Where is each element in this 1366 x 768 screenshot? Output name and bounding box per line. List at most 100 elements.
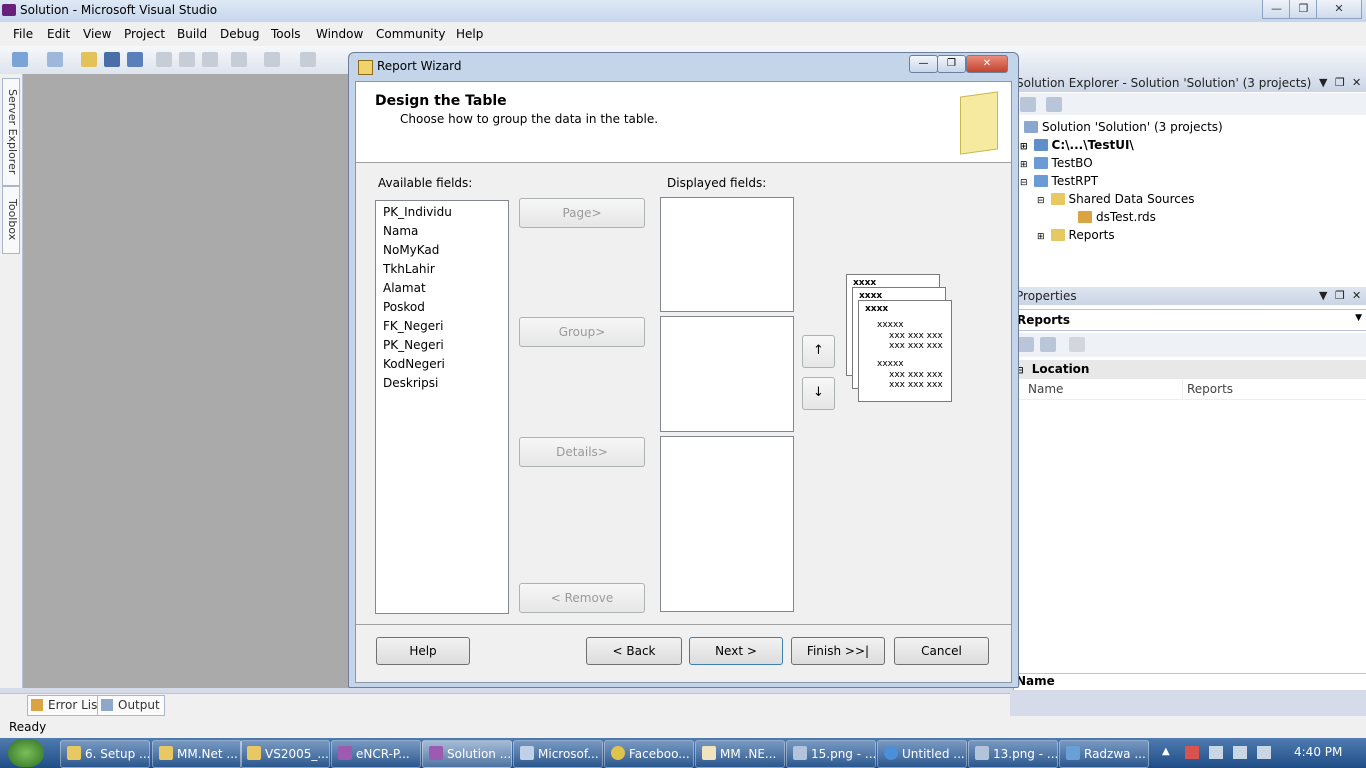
volume-icon[interactable]: [1257, 746, 1271, 759]
expand-icon[interactable]: ⊞: [1020, 142, 1028, 152]
pin-icon[interactable]: ❒: [1335, 74, 1345, 92]
taskbar-item[interactable]: MM .NE...: [695, 740, 785, 768]
menu-tools[interactable]: Tools: [271, 27, 301, 41]
panel-close-icon[interactable]: ✕: [1352, 74, 1361, 92]
taskbar-item[interactable]: VS2005_...: [240, 740, 330, 768]
list-item[interactable]: NoMyKad: [383, 243, 439, 257]
dialog-close-button[interactable]: ✕: [966, 55, 1008, 73]
taskbar-item[interactable]: Radzwa ...: [1059, 740, 1149, 768]
menu-help[interactable]: Help: [456, 27, 483, 41]
signal-icon[interactable]: [1233, 746, 1247, 759]
action-center-icon[interactable]: [1209, 746, 1223, 759]
list-item[interactable]: TkhLahir: [383, 262, 435, 276]
taskbar-item[interactable]: 15.png - ...: [786, 740, 876, 768]
details-button[interactable]: Details>: [519, 437, 645, 467]
expand-icon[interactable]: ⊞: [1020, 160, 1028, 170]
collapse-icon[interactable]: ⊟: [1037, 196, 1045, 206]
menu-edit[interactable]: Edit: [47, 27, 70, 41]
finish-button[interactable]: Finish >>|: [791, 637, 885, 665]
add-item-icon[interactable]: [47, 52, 63, 67]
maximize-button[interactable]: ❐: [1289, 0, 1318, 19]
pin-icon[interactable]: ❒: [1335, 287, 1345, 305]
next-button[interactable]: Next >: [689, 637, 783, 665]
page-fields-list[interactable]: [660, 197, 794, 312]
taskbar-item-active[interactable]: Solution ...: [422, 740, 512, 768]
start-button[interactable]: [8, 739, 44, 767]
menu-community[interactable]: Community: [376, 27, 445, 41]
network-icon[interactable]: [1185, 746, 1199, 759]
list-item[interactable]: PK_Individu: [383, 205, 452, 219]
new-project-icon[interactable]: [12, 52, 28, 67]
taskbar-item[interactable]: 6. Setup ...: [60, 740, 150, 768]
error-list-tab[interactable]: Error List: [27, 695, 108, 716]
help-button[interactable]: Help: [376, 637, 470, 665]
remove-button[interactable]: < Remove: [519, 583, 645, 613]
menu-file[interactable]: File: [13, 27, 33, 41]
group-button[interactable]: Group>: [519, 317, 645, 347]
panel-dropdown-icon[interactable]: ▼: [1319, 287, 1327, 305]
taskbar-item[interactable]: Faceboo...: [604, 740, 694, 768]
taskbar-item[interactable]: eNCR-P...: [331, 740, 421, 768]
dialog-maximize-button[interactable]: ❐: [937, 55, 966, 73]
menu-project[interactable]: Project: [124, 27, 165, 41]
taskbar-item[interactable]: MM.Net ...: [152, 740, 242, 768]
minimize-button[interactable]: —: [1262, 0, 1291, 19]
property-row[interactable]: Name Reports: [1014, 380, 1366, 400]
tree-item-testui[interactable]: ⊞ C:\...\TestUI\: [1020, 138, 1134, 152]
tree-item-dstest[interactable]: dsTest.rds: [1078, 210, 1156, 224]
tree-item-solution[interactable]: Solution 'Solution' (3 projects): [1024, 120, 1223, 134]
taskbar-item[interactable]: 13.png - ...: [968, 740, 1058, 768]
menu-view[interactable]: View: [83, 27, 111, 41]
available-fields-list[interactable]: PK_Individu Nama NoMyKad TkhLahir Alamat…: [375, 200, 509, 614]
tree-item-testrpt[interactable]: ⊟ TestRPT: [1020, 174, 1098, 188]
list-item[interactable]: FK_Negeri: [383, 319, 443, 333]
list-item[interactable]: Nama: [383, 224, 418, 238]
panel-dropdown-icon[interactable]: ▼: [1319, 74, 1327, 92]
copy-icon[interactable]: [179, 52, 195, 67]
list-item[interactable]: KodNegeri: [383, 357, 445, 371]
output-tab[interactable]: Output: [97, 695, 165, 716]
show-all-files-icon[interactable]: [1046, 97, 1062, 112]
tree-item-shared-data-sources[interactable]: ⊟ Shared Data Sources: [1037, 192, 1195, 206]
list-item[interactable]: Alamat: [383, 281, 426, 295]
menu-window[interactable]: Window: [316, 27, 363, 41]
clock[interactable]: 4:40 PM: [1294, 745, 1342, 759]
details-fields-list[interactable]: [660, 436, 794, 612]
tree-item-reports[interactable]: ⊞ Reports: [1037, 228, 1115, 242]
page-button[interactable]: Page>: [519, 198, 645, 228]
back-button[interactable]: < Back: [586, 637, 682, 665]
cancel-button[interactable]: Cancel: [894, 637, 989, 665]
paste-icon[interactable]: [202, 52, 218, 67]
save-icon[interactable]: [104, 52, 120, 67]
show-hidden-icons[interactable]: ▲: [1162, 746, 1170, 757]
open-folder-icon[interactable]: [81, 52, 97, 67]
taskbar-item[interactable]: Microsof...: [513, 740, 603, 768]
list-item[interactable]: Poskod: [383, 300, 425, 314]
move-up-button[interactable]: ↑: [802, 335, 835, 368]
collapse-icon[interactable]: ⊟: [1020, 178, 1028, 188]
move-down-button[interactable]: ↓: [802, 377, 835, 410]
navigate-icon[interactable]: [300, 52, 316, 67]
properties-icon[interactable]: [1020, 97, 1036, 112]
menu-debug[interactable]: Debug: [220, 27, 259, 41]
undo-icon[interactable]: [231, 52, 247, 67]
properties-object-select[interactable]: Reports ▼: [1014, 309, 1366, 331]
save-all-icon[interactable]: [127, 52, 143, 67]
close-button[interactable]: ✕: [1316, 0, 1362, 19]
list-item[interactable]: PK_Negeri: [383, 338, 444, 352]
group-fields-list[interactable]: [660, 316, 794, 432]
taskbar-item[interactable]: Untitled ...: [877, 740, 967, 768]
alphabetical-icon[interactable]: [1040, 337, 1056, 352]
redo-icon[interactable]: [264, 52, 280, 67]
list-item[interactable]: Deskripsi: [383, 376, 438, 390]
expand-icon[interactable]: ⊞: [1037, 232, 1045, 242]
dialog-minimize-button[interactable]: —: [909, 55, 938, 73]
property-pages-icon[interactable]: [1069, 337, 1085, 352]
server-explorer-tab[interactable]: Server Explorer: [2, 78, 20, 186]
toolbox-tab[interactable]: Toolbox: [2, 186, 20, 254]
cut-icon[interactable]: [156, 52, 172, 67]
panel-close-icon[interactable]: ✕: [1352, 287, 1361, 305]
menu-build[interactable]: Build: [177, 27, 207, 41]
property-value[interactable]: Reports: [1182, 380, 1233, 399]
categorized-icon[interactable]: [1018, 337, 1034, 352]
